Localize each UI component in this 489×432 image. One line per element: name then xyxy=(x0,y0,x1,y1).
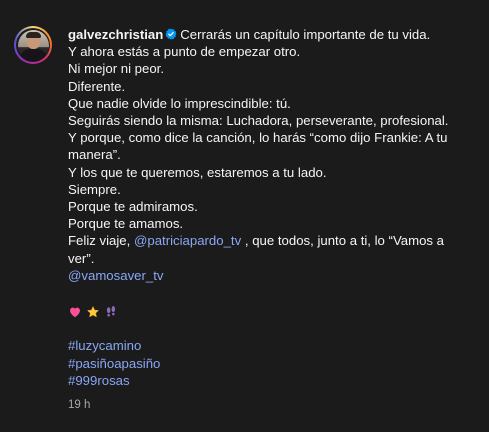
caption-text-line: Y porque, como dice la canción, lo harás… xyxy=(68,130,448,146)
mention-link-patriciapardo[interactable]: @patriciapardo_tv xyxy=(134,233,241,248)
post-caption: galvezchristian Cerrarás un capítulo imp… xyxy=(14,26,484,414)
caption-mention-line: @vamosaver_tv xyxy=(68,267,468,284)
caption-text-line: Que nadie olvide lo imprescindible: tú. xyxy=(68,95,291,111)
caption-text-line: Porque te admiramos. xyxy=(68,199,198,215)
caption-line-0: galvezchristian Cerrarás un capítulo imp… xyxy=(68,26,468,43)
avatar-image xyxy=(17,29,49,61)
caption-text-line: Cerrarás un capítulo importante de tu vi… xyxy=(180,27,431,42)
caption-text-line: Porque te amamos. xyxy=(68,216,184,232)
post-timestamp[interactable]: 19 h xyxy=(68,397,468,414)
hashtag-link[interactable]: #luzycamino xyxy=(68,337,468,354)
username-link[interactable]: galvezchristian xyxy=(68,27,163,42)
verified-badge-icon xyxy=(165,28,177,40)
mention-link-vamosaver[interactable]: @vamosaver_tv xyxy=(68,268,163,283)
farewell-prefix: Feliz viaje, xyxy=(68,233,134,249)
caption-text-line: Y ahora estás a punto de empezar otro. xyxy=(68,44,301,60)
caption-text-line: Diferente. xyxy=(68,78,126,94)
caption-text-line: Ni mejor ni peor. xyxy=(68,61,165,77)
caption-text-line: Seguirás siendo la misma: Luchadora, per… xyxy=(68,113,449,129)
hashtag-link[interactable]: #pasiñoapasiño xyxy=(68,355,468,372)
farewell-suffix: , que todos, junto a ti, lo “Vamos a xyxy=(241,233,445,249)
footprints-emoji-icon xyxy=(106,305,116,317)
star-emoji-icon xyxy=(86,305,100,318)
caption-text: galvezchristian Cerrarás un capítulo imp… xyxy=(68,26,468,414)
caption-text-line: ver”. xyxy=(68,250,95,266)
caption-text-line: Y los que te queremos, estaremos a tu la… xyxy=(68,164,327,180)
hashtag-link[interactable]: #999rosas xyxy=(68,372,468,389)
emoji-row xyxy=(68,303,468,320)
caption-farewell-line: Feliz viaje, @patriciapardo_tv , que tod… xyxy=(68,232,468,249)
avatar-ring xyxy=(16,28,50,62)
caption-text-line: manera”. xyxy=(68,147,121,163)
caption-text-line: Siempre. xyxy=(68,181,121,197)
avatar[interactable] xyxy=(14,26,52,64)
heart-emoji-icon xyxy=(70,307,80,317)
